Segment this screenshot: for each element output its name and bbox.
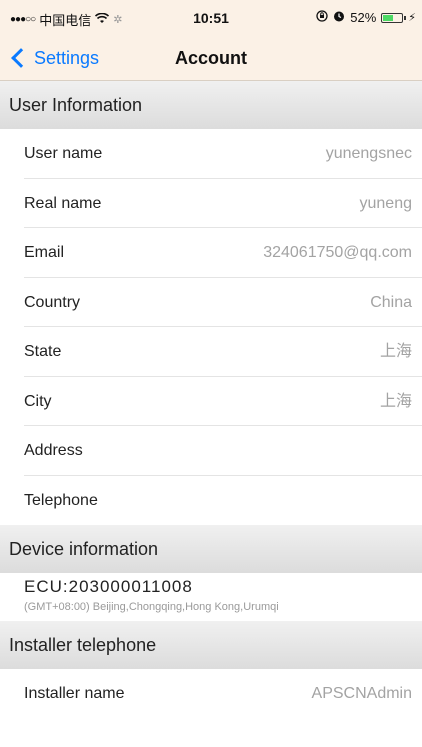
row-address[interactable]: Address [24, 426, 422, 476]
carrier-name: 中国电信 [39, 13, 92, 28]
row-value: 上海 [379, 343, 412, 360]
status-bar: ●●●○○ 中国电信 ✲ 10:51 52% ⚡ [0, 0, 422, 36]
row-label: Real name [24, 194, 102, 212]
page-title: Account [175, 48, 247, 68]
alarm-icon [333, 10, 345, 25]
back-button-label: Settings [34, 47, 100, 68]
row-label: Installer name [24, 685, 125, 702]
row-label: Telephone [24, 491, 98, 509]
row-value: APSCNAdmin [311, 685, 412, 702]
signal-strength-icon: ●●●○○ [10, 14, 36, 25]
wifi-icon [95, 12, 110, 27]
rotation-lock-icon [316, 10, 328, 25]
row-city[interactable]: City 上海 [24, 377, 422, 426]
row-value: 324061750@qq.com [263, 244, 412, 261]
battery-fill [383, 14, 393, 21]
row-label: Email [24, 244, 65, 261]
navigation-bar: Settings Account [0, 36, 422, 81]
row-label: City [24, 392, 52, 410]
row-label: User name [24, 145, 103, 162]
row-value: China [370, 293, 412, 311]
status-time: 10:51 [193, 10, 229, 26]
row-value: yunengsnec [325, 145, 412, 162]
row-label: Country [24, 293, 81, 311]
row-state[interactable]: State 上海 [24, 327, 422, 377]
row-country[interactable]: Country China [24, 278, 422, 327]
section-header-installer-telephone: Installer telephone [0, 621, 422, 669]
row-label: Address [24, 442, 83, 459]
battery-percent: 52% [350, 10, 377, 25]
charging-icon: ⚡ [408, 12, 416, 24]
chevron-left-icon [11, 48, 31, 68]
back-button[interactable]: Settings [10, 36, 99, 80]
section-header-device-information: Device information [0, 525, 422, 573]
ecu-timezone: (GMT+08:00) Beijing,Chongqing,Hong Kong,… [24, 601, 279, 613]
battery-icon [381, 12, 407, 23]
row-value: yuneng [359, 194, 413, 212]
status-right: 52% ⚡ [316, 10, 416, 25]
row-value: 上海 [379, 392, 412, 410]
activity-spinner-icon: ✲ [113, 14, 123, 26]
row-installer-name[interactable]: Installer name APSCNAdmin [24, 669, 422, 719]
row-real-name[interactable]: Real name yuneng [24, 179, 422, 228]
account-content[interactable]: User Information User name yunengsnec Re… [0, 81, 422, 719]
section-header-user-information: User Information [0, 81, 422, 129]
row-user-name[interactable]: User name yunengsnec [24, 129, 422, 179]
ecu-id: ECU:203000011008 [24, 577, 193, 596]
row-email[interactable]: Email 324061750@qq.com [24, 228, 422, 278]
row-label: State [24, 343, 62, 360]
row-telephone[interactable]: Telephone [24, 476, 422, 526]
ecu-row[interactable]: ECU:203000011008 (GMT+08:00) Beijing,Cho… [0, 573, 422, 621]
status-left: ●●●○○ 中国电信 ✲ [10, 10, 122, 29]
